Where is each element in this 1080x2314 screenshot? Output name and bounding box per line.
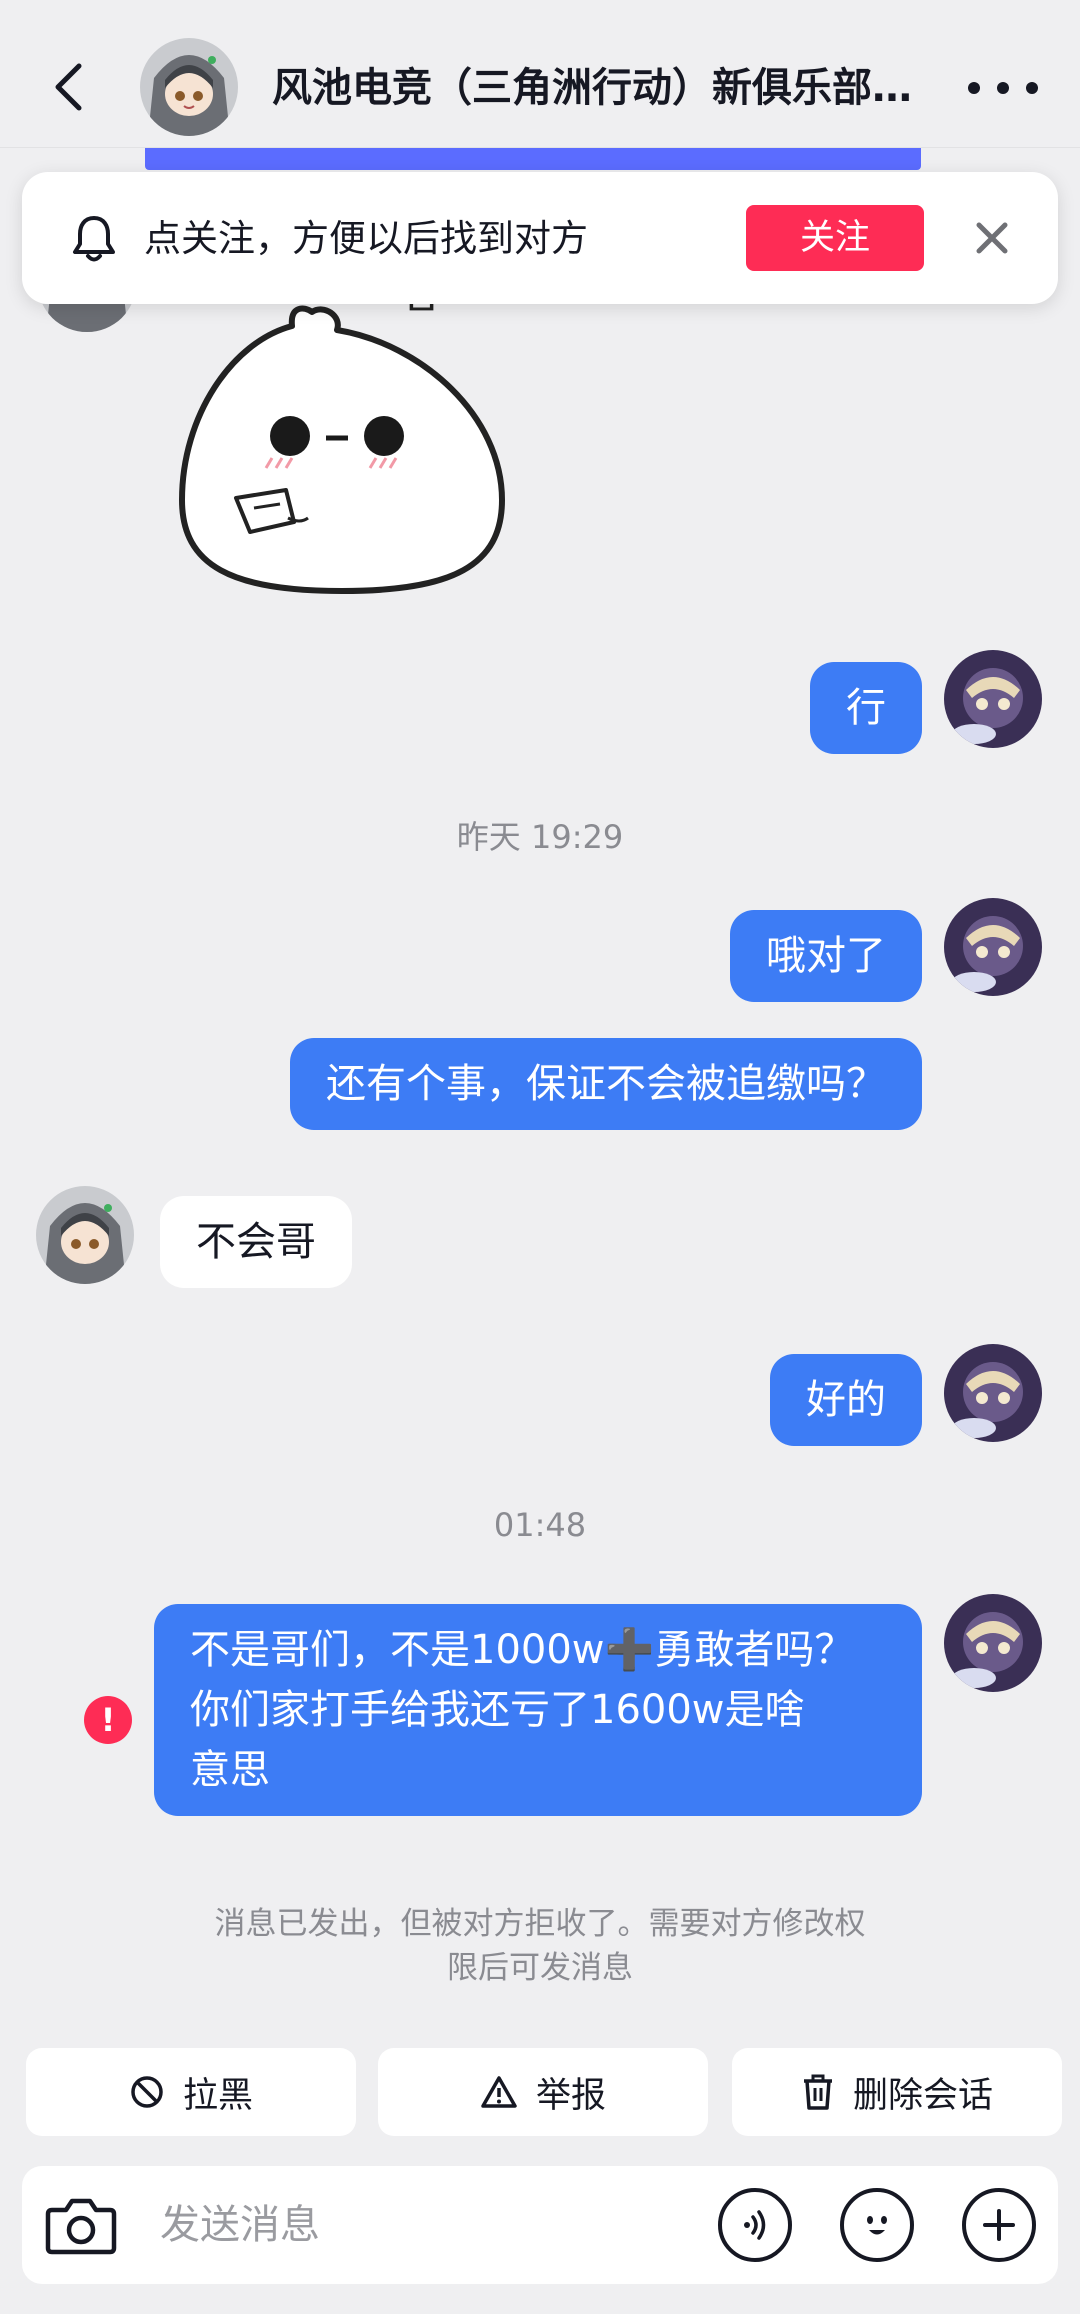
my-avatar[interactable] [944, 898, 1042, 996]
bell-icon [66, 210, 122, 266]
message-input-bar [22, 2166, 1058, 2284]
voice-button[interactable] [718, 2188, 792, 2262]
close-icon [976, 222, 1008, 254]
chat-title: 风池电竞（三角洲行动）新俱乐部… [272, 65, 912, 111]
dot-icon [1026, 82, 1038, 94]
my-avatar[interactable] [944, 1594, 1042, 1692]
message-bubble-sent[interactable]: 还有个事，保证不会被追缴吗？ [290, 1038, 922, 1130]
message-bubble-sent[interactable]: 行 [810, 662, 922, 754]
delete-label: 删除会话 [852, 2075, 993, 2116]
notice-line: 消息已发出，但被对方拒收了。需要对方修改权 [214, 1906, 866, 1942]
sticker-image[interactable]: ㅁ [162, 277, 522, 606]
chevron-left-icon [55, 63, 82, 111]
voice-icon [744, 2210, 766, 2240]
send-failed-icon[interactable]: ! [84, 1696, 132, 1744]
trash-icon [803, 2074, 832, 2110]
message-line: 意思 [190, 1747, 270, 1793]
camera-button[interactable] [42, 2186, 120, 2264]
rejected-notice: 消息已发出，但被对方拒收了。需要对方修改权 限后可发消息 [150, 1902, 930, 1990]
contact-avatar[interactable] [140, 38, 238, 136]
follow-banner: 点关注，方便以后找到对方 关注 [22, 172, 1058, 304]
close-banner-button[interactable] [966, 212, 1018, 264]
message-bubble-sent-failed[interactable]: 不是哥们，不是1000w➕勇敢者吗？ 你们家打手给我还亏了1600w是啥 意思 [154, 1604, 922, 1816]
block-label: 拉黑 [182, 2075, 253, 2116]
follow-button[interactable]: 关注 [746, 205, 924, 271]
emoji-icon [867, 2216, 887, 2235]
message-input[interactable] [160, 2194, 700, 2256]
warning-icon [481, 2076, 517, 2108]
camera-icon [45, 2198, 117, 2255]
message-line: 不是哥们，不是1000w➕勇敢者吗？ [190, 1627, 855, 1673]
dot-icon [997, 82, 1009, 94]
my-avatar[interactable] [944, 650, 1042, 748]
block-icon [131, 2076, 163, 2108]
dot-icon [968, 82, 980, 94]
my-avatar[interactable] [944, 1344, 1042, 1442]
report-label: 举报 [535, 2075, 606, 2116]
back-button[interactable] [40, 52, 96, 122]
chat-header: 风池电竞（三角洲行动）新俱乐部… [0, 0, 1080, 148]
report-button[interactable]: 举报 [378, 2048, 708, 2136]
message-bubble-sent[interactable]: 哦对了 [730, 910, 922, 1002]
message-line: 你们家打手给我还亏了1600w是啥 [190, 1687, 805, 1733]
plus-icon [983, 2209, 1015, 2241]
follow-prompt-text: 点关注，方便以后找到对方 [144, 217, 588, 260]
message-bubble-sent[interactable]: 好的 [770, 1354, 922, 1446]
delete-conversation-button[interactable]: 删除会话 [732, 2048, 1062, 2136]
timestamp: 01:48 [493, 1506, 587, 1544]
more-plus-button[interactable] [962, 2188, 1036, 2262]
block-button[interactable]: 拉黑 [26, 2048, 356, 2136]
more-options-button[interactable] [968, 60, 1038, 116]
timestamp: 昨天 19:29 [456, 818, 624, 856]
contact-avatar[interactable] [36, 1186, 134, 1284]
emoji-button[interactable] [840, 2188, 914, 2262]
message-bubble-received[interactable]: 不会哥 [160, 1196, 352, 1288]
notice-line: 限后可发消息 [447, 1950, 633, 1986]
partially-hidden-message [145, 148, 921, 170]
